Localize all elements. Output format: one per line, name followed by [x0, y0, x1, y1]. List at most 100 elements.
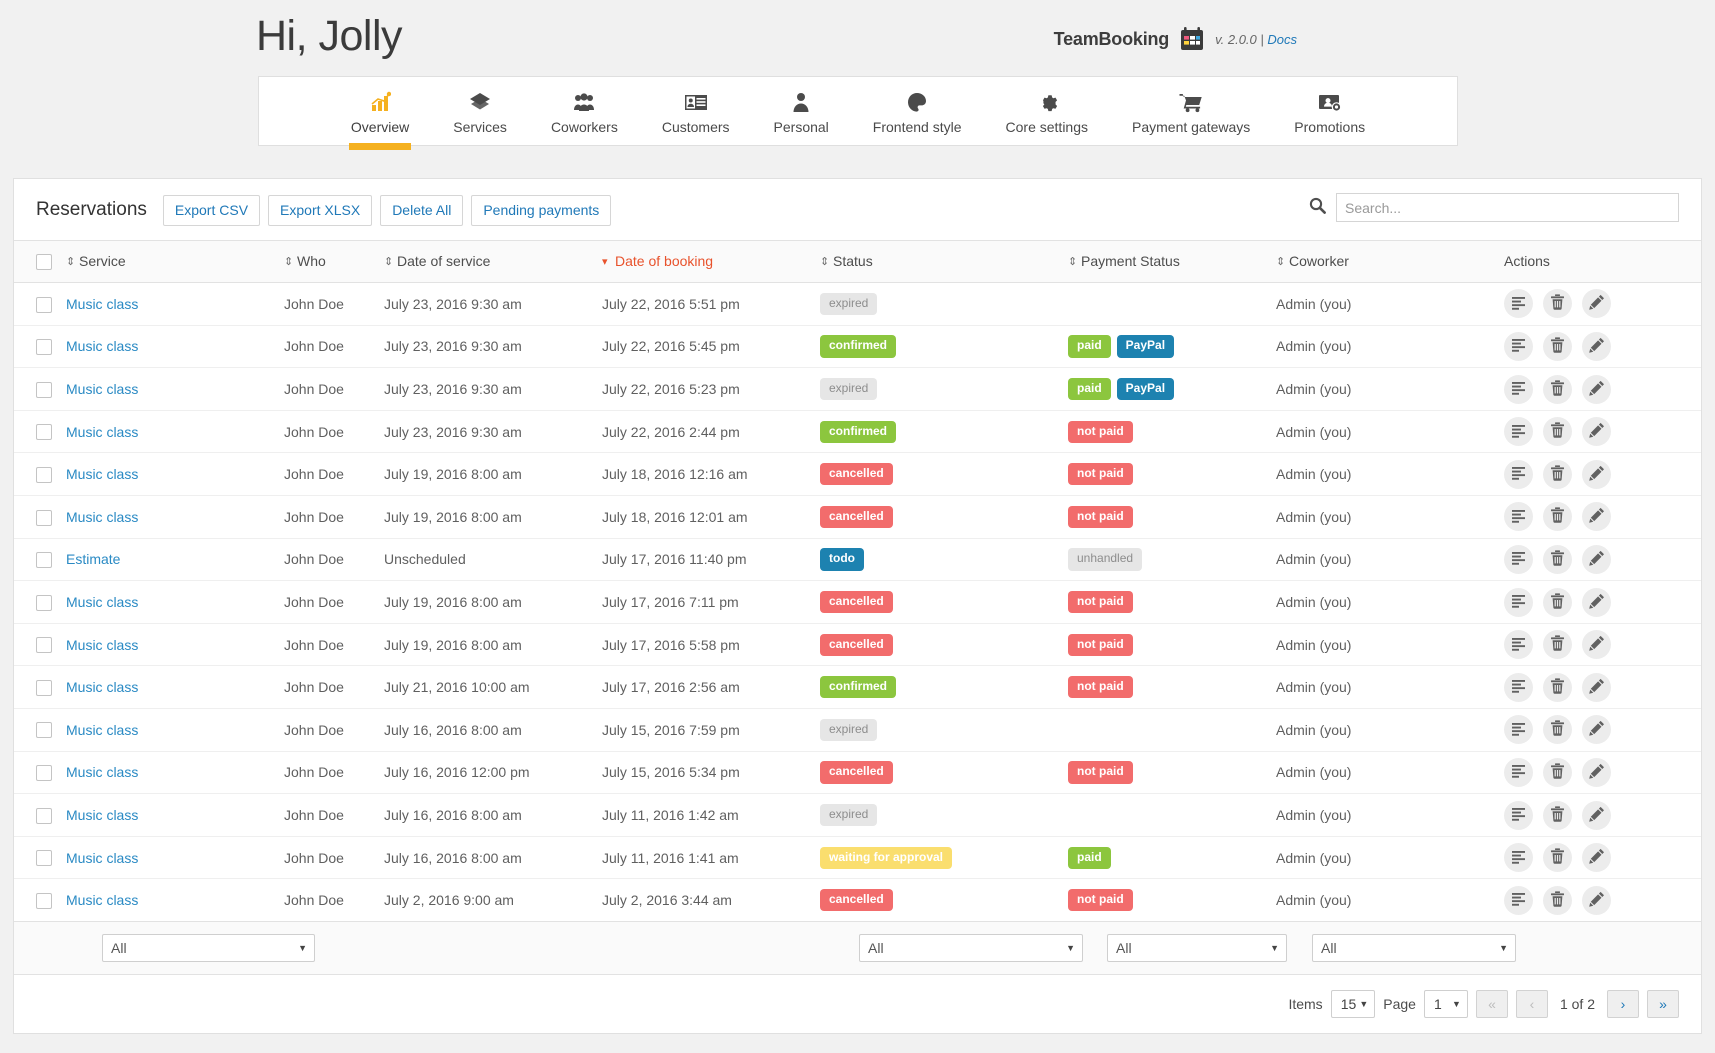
pencil-edit-action-button[interactable]: [1582, 630, 1611, 659]
previous-page-button[interactable]: ‹: [1516, 990, 1548, 1018]
docs-link[interactable]: Docs: [1267, 32, 1297, 47]
row-checkbox[interactable]: [36, 850, 52, 866]
trash-action-button[interactable]: [1543, 843, 1572, 872]
row-checkbox[interactable]: [36, 808, 52, 824]
details-list-action-button[interactable]: [1504, 673, 1533, 702]
service-link[interactable]: Music class: [66, 850, 138, 866]
details-list-action-button[interactable]: [1504, 843, 1533, 872]
service-link[interactable]: Music class: [66, 296, 138, 312]
row-checkbox[interactable]: [36, 893, 52, 909]
trash-action-button[interactable]: [1543, 588, 1572, 617]
row-checkbox[interactable]: [36, 297, 52, 313]
coworker-filter-select[interactable]: All▼: [1312, 934, 1516, 962]
row-checkbox[interactable]: [36, 722, 52, 738]
trash-action-button[interactable]: [1543, 758, 1572, 787]
service-link[interactable]: Music class: [66, 509, 138, 525]
pencil-edit-action-button[interactable]: [1582, 843, 1611, 872]
tab-promotions[interactable]: Promotions: [1272, 77, 1387, 145]
details-list-action-button[interactable]: [1504, 460, 1533, 489]
pencil-edit-action-button[interactable]: [1582, 715, 1611, 744]
service-link[interactable]: Music class: [66, 594, 138, 610]
row-checkbox[interactable]: [36, 552, 52, 568]
column-header-date-of-booking[interactable]: ▾Date of booking: [602, 240, 820, 282]
trash-action-button[interactable]: [1543, 673, 1572, 702]
tab-personal[interactable]: Personal: [752, 77, 851, 145]
service-link[interactable]: Music class: [66, 764, 138, 780]
service-link[interactable]: Music class: [66, 807, 138, 823]
status-filter-select[interactable]: All▼: [859, 934, 1083, 962]
column-header-who[interactable]: ⇕Who: [284, 240, 384, 282]
pencil-edit-action-button[interactable]: [1582, 545, 1611, 574]
tab-coworkers[interactable]: Coworkers: [529, 77, 640, 145]
column-header-coworker[interactable]: ⇕Coworker: [1276, 240, 1504, 282]
column-header-status[interactable]: ⇕Status: [820, 240, 1068, 282]
first-page-button[interactable]: «: [1476, 990, 1508, 1018]
service-link[interactable]: Music class: [66, 381, 138, 397]
pencil-edit-action-button[interactable]: [1582, 332, 1611, 361]
trash-action-button[interactable]: [1543, 715, 1572, 744]
column-header-payment-status[interactable]: ⇕Payment Status: [1068, 240, 1276, 282]
export-xlsx-button[interactable]: Export XLSX: [268, 195, 372, 226]
service-link[interactable]: Music class: [66, 466, 138, 482]
details-list-action-button[interactable]: [1504, 588, 1533, 617]
pencil-edit-action-button[interactable]: [1582, 502, 1611, 531]
details-list-action-button[interactable]: [1504, 332, 1533, 361]
service-link[interactable]: Music class: [66, 892, 138, 908]
row-checkbox[interactable]: [36, 637, 52, 653]
details-list-action-button[interactable]: [1504, 758, 1533, 787]
row-checkbox[interactable]: [36, 339, 52, 355]
details-list-action-button[interactable]: [1504, 417, 1533, 446]
trash-action-button[interactable]: [1543, 630, 1572, 659]
service-link[interactable]: Music class: [66, 722, 138, 738]
trash-action-button[interactable]: [1543, 460, 1572, 489]
column-header-service[interactable]: ⇕Service: [66, 240, 284, 282]
trash-action-button[interactable]: [1543, 545, 1572, 574]
trash-action-button[interactable]: [1543, 289, 1572, 318]
details-list-action-button[interactable]: [1504, 289, 1533, 318]
tab-frontend-style[interactable]: Frontend style: [851, 77, 984, 145]
service-filter-select[interactable]: All▼: [102, 934, 315, 962]
row-checkbox[interactable]: [36, 765, 52, 781]
row-checkbox[interactable]: [36, 382, 52, 398]
details-list-action-button[interactable]: [1504, 502, 1533, 531]
search-input[interactable]: [1336, 193, 1679, 222]
row-checkbox[interactable]: [36, 680, 52, 696]
row-checkbox[interactable]: [36, 467, 52, 483]
tab-customers[interactable]: Customers: [640, 77, 752, 145]
row-checkbox[interactable]: [36, 510, 52, 526]
trash-action-button[interactable]: [1543, 332, 1572, 361]
pencil-edit-action-button[interactable]: [1582, 588, 1611, 617]
export-csv-button[interactable]: Export CSV: [163, 195, 260, 226]
details-list-action-button[interactable]: [1504, 801, 1533, 830]
next-page-button[interactable]: ›: [1607, 990, 1639, 1018]
tab-payment-gateways[interactable]: Payment gateways: [1110, 77, 1272, 145]
last-page-button[interactable]: »: [1647, 990, 1679, 1018]
details-list-action-button[interactable]: [1504, 545, 1533, 574]
service-link[interactable]: Music class: [66, 637, 138, 653]
trash-action-button[interactable]: [1543, 502, 1572, 531]
pencil-edit-action-button[interactable]: [1582, 417, 1611, 446]
service-link[interactable]: Estimate: [66, 551, 120, 567]
delete-all-button[interactable]: Delete All: [380, 195, 463, 226]
column-header-date-of-service[interactable]: ⇕Date of service: [384, 240, 602, 282]
pencil-edit-action-button[interactable]: [1582, 460, 1611, 489]
pencil-edit-action-button[interactable]: [1582, 758, 1611, 787]
row-checkbox[interactable]: [36, 595, 52, 611]
pencil-edit-action-button[interactable]: [1582, 886, 1611, 915]
trash-action-button[interactable]: [1543, 801, 1572, 830]
payment-filter-select[interactable]: All▼: [1107, 934, 1287, 962]
details-list-action-button[interactable]: [1504, 715, 1533, 744]
tab-core-settings[interactable]: Core settings: [984, 77, 1110, 145]
pencil-edit-action-button[interactable]: [1582, 375, 1611, 404]
trash-action-button[interactable]: [1543, 886, 1572, 915]
trash-action-button[interactable]: [1543, 417, 1572, 446]
tab-overview[interactable]: Overview: [329, 77, 431, 145]
pencil-edit-action-button[interactable]: [1582, 673, 1611, 702]
row-checkbox[interactable]: [36, 424, 52, 440]
pencil-edit-action-button[interactable]: [1582, 289, 1611, 318]
page-select[interactable]: 1 ▼: [1424, 990, 1468, 1018]
select-all-checkbox[interactable]: [36, 254, 52, 270]
tab-services[interactable]: Services: [431, 77, 529, 145]
trash-action-button[interactable]: [1543, 375, 1572, 404]
items-per-page-select[interactable]: 15 ▼: [1331, 990, 1376, 1018]
